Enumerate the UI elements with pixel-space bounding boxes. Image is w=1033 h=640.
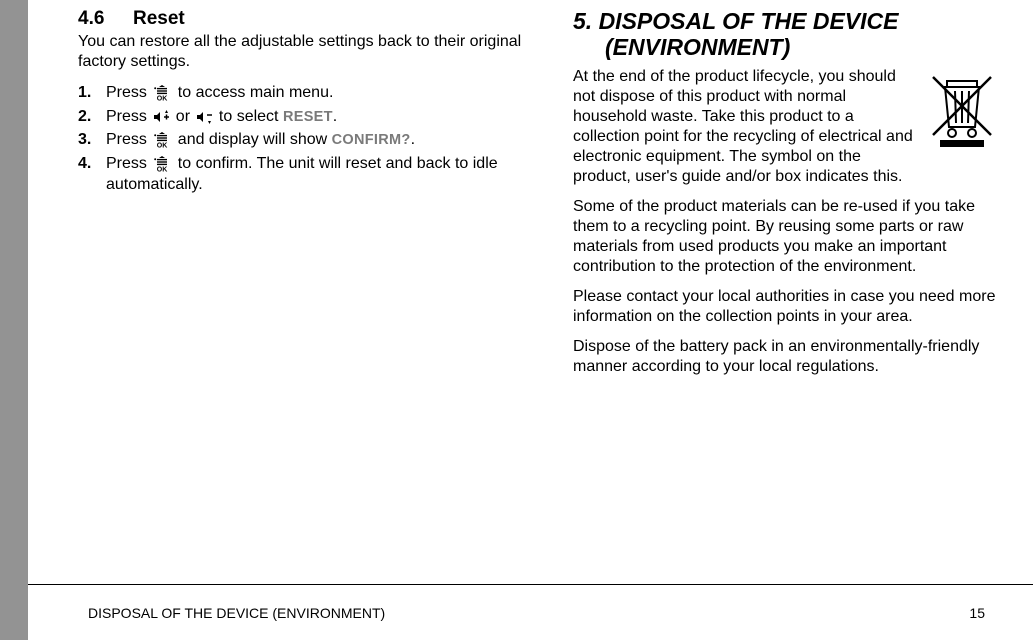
disposal-p3: Please contact your local authorities in… [573,287,997,327]
right-column: 5. DISPOSAL OF THE DEVICE (ENVIRONMENT) [555,8,1015,570]
menu-ok-icon: OK [152,132,172,148]
display-text: CONFIRM? [332,132,411,148]
left-column: 4.6Reset You can restore all the adjusta… [60,8,555,570]
disposal-p4: Dispose of the battery pack in an enviro… [573,337,997,377]
step-item: Press OK to access main menu. [78,82,537,104]
page-content: 4.6Reset You can restore all the adjusta… [0,0,1033,570]
footer-title: DISPOSAL OF THE DEVICE (ENVIRONMENT) [88,605,385,621]
footer-page-number: 15 [969,605,985,621]
section-heading: 4.6Reset [78,8,537,30]
section-intro: You can restore all the adjustable setti… [78,32,537,72]
volume-up-icon [152,109,170,123]
disposal-p2: Some of the product materials can be re-… [573,197,997,277]
section-number: 4.6 [78,8,133,30]
step-item: Press OK to confirm. The unit will reset… [78,153,537,196]
menu-ok-icon: OK [152,85,172,101]
svg-text:OK: OK [157,142,168,148]
volume-down-icon [195,109,213,123]
page-gutter [0,0,28,640]
svg-text:OK: OK [157,166,168,172]
svg-text:OK: OK [157,95,168,101]
step-item: Press OK and display will show CONFIRM?. [78,129,537,151]
section-title: Reset [133,8,185,29]
display-text: RESET [283,109,333,125]
page-footer: DISPOSAL OF THE DEVICE (ENVIRONMENT) 15 [28,584,1033,640]
chapter-line1: 5. DISPOSAL OF THE DEVICE [573,8,898,34]
chapter-heading: 5. DISPOSAL OF THE DEVICE (ENVIRONMENT) [573,8,997,61]
step-item: Press or to select RESET. [78,106,537,128]
weee-icon [927,71,997,154]
chapter-line2: (ENVIRONMENT) [573,34,997,60]
menu-ok-icon: OK [152,156,172,172]
steps-list: Press OK to access main menu. Press or t… [78,82,537,196]
